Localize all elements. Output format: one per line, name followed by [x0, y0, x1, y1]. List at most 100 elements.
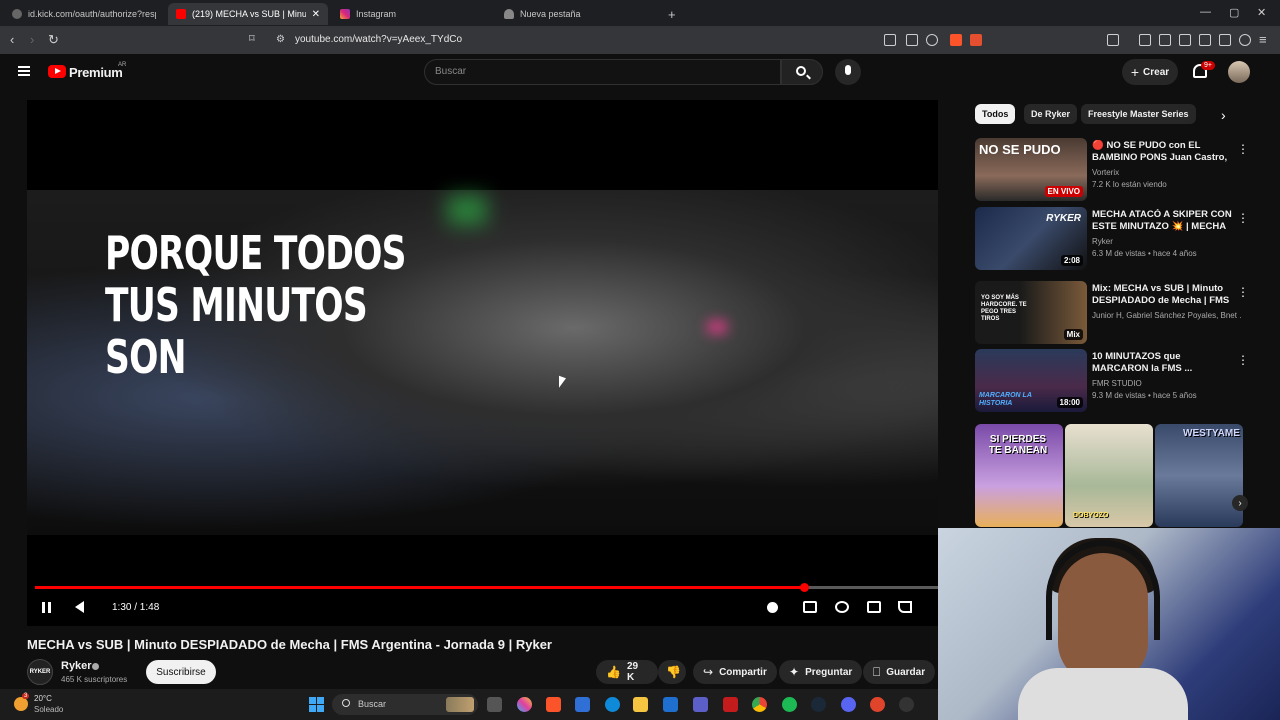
close-window-icon[interactable]: ✕	[1257, 6, 1266, 19]
recommendation-channel[interactable]: Vorterix	[1092, 168, 1242, 177]
recommendation-item[interactable]: YO SOY MÁS HARDCORE. TE PEGO TRES TIROS …	[975, 281, 1250, 345]
recommendation-title[interactable]: MECHA ATACÓ A SKIPER CON ESTE MINUTAZO 💥…	[1092, 209, 1232, 233]
brave-rewards-icon[interactable]	[970, 34, 982, 46]
hamburger-menu-icon[interactable]	[18, 66, 30, 76]
create-button[interactable]: + Crear	[1122, 59, 1178, 85]
maximize-icon[interactable]: ▢	[1229, 6, 1239, 19]
new-tab-button[interactable]: +	[660, 3, 684, 25]
weather-description[interactable]: Soleado	[34, 705, 63, 714]
recommendation-channel[interactable]: Junior H, Gabriel Sánchez Poyales, Bnet …	[1092, 311, 1242, 320]
tab-kick[interactable]: id.kick.com/oauth/authorize?respons	[4, 3, 164, 25]
windows-start-icon[interactable]	[309, 697, 324, 712]
theater-mode-icon[interactable]	[867, 601, 881, 613]
progress-bar[interactable]	[35, 583, 938, 592]
task-view-icon[interactable]	[487, 697, 502, 712]
music-icon[interactable]	[1159, 34, 1171, 46]
copilot-icon[interactable]	[517, 697, 532, 712]
search-input[interactable]: Buscar	[424, 59, 781, 85]
recommendation-title[interactable]: 10 MINUTAZOS que MARCARON la FMS ...	[1092, 351, 1232, 375]
download-icon[interactable]	[1139, 34, 1151, 46]
more-options-icon[interactable]: ⋮	[1237, 353, 1249, 367]
address-bar[interactable]: youtube.com/watch?v=yAeex_TYdCo	[295, 34, 462, 45]
spotify-icon[interactable]	[782, 697, 797, 712]
back-icon[interactable]: ‹	[10, 32, 14, 47]
share-button[interactable]: ↪ Compartir	[693, 660, 777, 684]
chip-all[interactable]: Todos	[975, 104, 1016, 124]
more-options-icon[interactable]: ⋮	[1237, 285, 1249, 299]
rss-icon[interactable]	[926, 34, 938, 46]
recommendation-item[interactable]: MARCARON LA HISTORIA 18:00 10 MINUTAZOS …	[975, 349, 1250, 413]
outlook-icon[interactable]	[663, 697, 678, 712]
cast-icon[interactable]	[898, 601, 912, 613]
chip-from-ryker[interactable]: De Ryker	[1024, 104, 1078, 124]
subtitles-icon[interactable]	[803, 601, 817, 613]
chrome-icon[interactable]	[752, 697, 767, 712]
dislike-button[interactable]: 👎	[658, 660, 686, 684]
cast-icon[interactable]	[884, 34, 896, 46]
app-icon[interactable]	[870, 697, 885, 712]
recommendation-title[interactable]: 🔴 NO SE PUDO con EL BAMBINO PONS Juan Ca…	[1092, 140, 1232, 164]
minimize-icon[interactable]: —	[1200, 6, 1211, 18]
app-icon[interactable]	[723, 697, 738, 712]
tab-youtube-video[interactable]: (219) MECHA vs SUB | Minut ✕	[168, 3, 328, 25]
video-thumbnail[interactable]: NO SE PUDO EN VIVO	[975, 138, 1087, 201]
video-thumbnail[interactable]: MARCARON LA HISTORIA 18:00	[975, 349, 1087, 412]
teams-icon[interactable]	[693, 697, 708, 712]
share-icon[interactable]	[906, 34, 918, 46]
recommendation-item[interactable]: RYKER 2:08 MECHA ATACÓ A SKIPER CON ESTE…	[975, 207, 1250, 271]
leo-ai-icon[interactable]	[1219, 34, 1231, 46]
wallet-icon[interactable]	[1199, 34, 1211, 46]
tab-new[interactable]: Nueva pestaña	[496, 3, 656, 25]
short-thumbnail[interactable]: SI PIERDES TE BANEAN	[975, 424, 1063, 527]
recommendation-channel[interactable]: Ryker	[1092, 237, 1242, 246]
bookmark-icon[interactable]: ⌑	[249, 32, 255, 45]
weather-sun-icon[interactable]	[14, 697, 28, 711]
pause-icon[interactable]	[42, 602, 51, 613]
channel-name[interactable]: Ryker	[61, 660, 92, 672]
screenshot-icon[interactable]	[1107, 34, 1119, 46]
reload-icon[interactable]: ↻	[48, 32, 59, 48]
weather-temperature[interactable]: 20°C	[34, 694, 52, 703]
short-thumbnail[interactable]: DOBYOZO	[1065, 424, 1153, 527]
obs-icon[interactable]	[899, 697, 914, 712]
steam-icon[interactable]	[811, 697, 826, 712]
voice-search-icon[interactable]	[835, 59, 861, 85]
site-info-icon[interactable]: ⚙	[276, 34, 285, 45]
vpn-icon[interactable]	[1239, 34, 1251, 46]
short-thumbnail[interactable]: WESTYAME	[1155, 424, 1243, 527]
user-avatar[interactable]	[1228, 61, 1250, 83]
logo-text[interactable]: Premium	[69, 65, 123, 80]
sidebar-icon[interactable]	[1179, 34, 1191, 46]
volume-icon[interactable]	[75, 601, 84, 613]
tab-instagram[interactable]: Instagram	[332, 3, 492, 25]
progress-scrubber[interactable]	[800, 583, 810, 592]
app-icon[interactable]	[575, 697, 590, 712]
file-explorer-icon[interactable]	[633, 697, 648, 712]
chevron-right-icon[interactable]: ›	[1232, 495, 1248, 511]
chip-fms[interactable]: Freestyle Master Series	[1081, 104, 1196, 124]
brave-shield-icon[interactable]	[950, 34, 962, 46]
close-icon[interactable]: ✕	[312, 9, 320, 20]
forward-icon[interactable]: ›	[30, 32, 34, 47]
chevron-right-icon[interactable]: ›	[1221, 107, 1226, 123]
subscribe-button[interactable]: Suscribirse	[146, 660, 216, 684]
widgets-icon[interactable]	[446, 697, 474, 712]
discord-icon[interactable]	[841, 697, 856, 712]
video-thumbnail[interactable]: YO SOY MÁS HARDCORE. TE PEGO TRES TIROS …	[975, 281, 1087, 344]
recommendation-title[interactable]: Mix: MECHA vs SUB | Minuto DESPIADADO de…	[1092, 283, 1232, 307]
ask-button[interactable]: ✦ Preguntar	[779, 660, 863, 684]
menu-icon[interactable]: ≡	[1259, 32, 1267, 47]
like-button[interactable]: 👍 29 K	[596, 660, 658, 684]
youtube-logo-icon[interactable]	[48, 65, 66, 78]
settings-gear-icon[interactable]	[835, 601, 849, 613]
recommendation-channel[interactable]: FMR STUDIO	[1092, 379, 1242, 388]
more-options-icon[interactable]: ⋮	[1237, 142, 1249, 156]
save-button[interactable]: ⎕ Guardar	[863, 660, 936, 684]
edge-icon[interactable]	[605, 697, 620, 712]
autoplay-toggle-icon[interactable]	[767, 602, 778, 613]
video-player[interactable]: PORQUE TODOS TUS MINUTOS SON 1:30 / 1:48	[27, 100, 938, 626]
more-options-icon[interactable]: ⋮	[1237, 211, 1249, 225]
brave-browser-icon[interactable]	[546, 697, 561, 712]
channel-avatar[interactable]: RYKER	[27, 659, 53, 685]
video-thumbnail[interactable]: RYKER 2:08	[975, 207, 1087, 270]
